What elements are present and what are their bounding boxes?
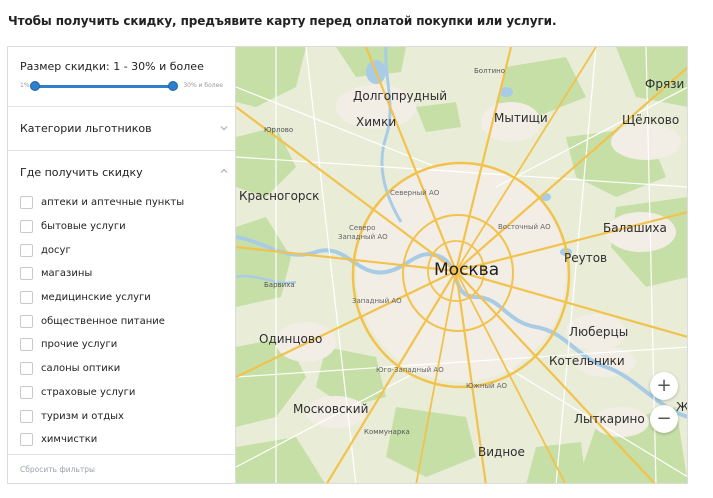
checkbox-label[interactable]: магазины	[41, 268, 92, 279]
checkbox[interactable]	[20, 196, 33, 210]
map-label: Люберцы	[569, 325, 629, 339]
checkbox[interactable]	[20, 409, 33, 423]
categories-section[interactable]: Категории льготников	[8, 107, 235, 151]
zoom-in-button[interactable]: +	[650, 372, 678, 400]
checkbox-label[interactable]: бытовые услуги	[41, 221, 126, 232]
map-label: Московский	[293, 402, 369, 416]
map-label: Химки	[356, 115, 397, 129]
checkbox-item[interactable]: общественное питание	[20, 309, 184, 333]
slider-max-label: 30% и более	[183, 82, 223, 89]
where-section: Где получить скидку аптеки и аптечные пу…	[8, 151, 235, 455]
checkbox[interactable]	[20, 385, 33, 399]
checkbox-item[interactable]: магазины	[20, 262, 184, 286]
checkbox-label[interactable]: прочие услуги	[41, 339, 117, 350]
checkbox-item[interactable]: медицинские услуги	[20, 286, 184, 310]
checkbox[interactable]	[20, 220, 33, 234]
map-label: Западный АО	[352, 297, 402, 305]
map-label: Ж	[676, 400, 688, 414]
map-label: Северный АО	[390, 189, 440, 197]
map-label: Балашиха	[603, 221, 667, 235]
checkbox-item[interactable]: химчистки	[20, 428, 184, 452]
where-heading[interactable]: Где получить скидку	[20, 166, 143, 179]
checkbox-item[interactable]: прочие услуги	[20, 333, 184, 357]
map-label: Лыткарино	[574, 412, 645, 426]
map-label: Красногорск	[239, 189, 320, 203]
checkbox-label[interactable]: аптеки и аптечные пункты	[41, 197, 184, 208]
map-label: Реутов	[564, 251, 608, 265]
discount-slider[interactable]: 1% 30% и более	[20, 78, 223, 98]
checkbox-item[interactable]: страховые услуги	[20, 381, 184, 405]
checkbox-item[interactable]: аптеки и аптечные пункты	[20, 191, 184, 215]
map-label: Восточный АО	[498, 223, 551, 231]
checkbox[interactable]	[20, 338, 33, 352]
slider-max-handle[interactable]	[168, 81, 178, 91]
map-label: Одинцово	[259, 332, 323, 346]
checkbox-label[interactable]: общественное питание	[41, 316, 165, 327]
checkbox[interactable]	[20, 433, 33, 447]
chevron-down-icon[interactable]	[219, 123, 229, 133]
map-label: Мытищи	[494, 111, 548, 125]
reset-filters-link[interactable]: Сбросить фильтры	[20, 465, 95, 474]
checkbox-label[interactable]: салоны оптики	[41, 363, 120, 374]
map-label: Юго-Западный АО	[376, 366, 444, 374]
checkbox-label[interactable]: медицинские услуги	[41, 292, 151, 303]
map-label: Котельники	[549, 354, 625, 368]
slider-track[interactable]	[34, 85, 173, 88]
checkbox-item[interactable]: досуг	[20, 238, 184, 262]
checkbox-item[interactable]: бытовые услуги	[20, 215, 184, 239]
page-headline: Чтобы получить скидку, предъявите карту …	[8, 14, 557, 28]
checkbox[interactable]	[20, 291, 33, 305]
slider-min-label: 1%	[20, 82, 30, 89]
checkbox[interactable]	[20, 314, 33, 328]
where-options-list: аптеки и аптечные пункты бытовые услуги …	[20, 191, 184, 452]
chevron-up-icon[interactable]	[219, 166, 229, 176]
checkbox[interactable]	[20, 243, 33, 257]
discount-size-title: Размер скидки: 1 - 30% и более	[20, 60, 204, 73]
discount-size-section: Размер скидки: 1 - 30% и более 1% 30% и …	[8, 47, 235, 107]
map-label: Долгопрудный	[353, 89, 448, 103]
map-label: Западный АО	[338, 233, 388, 241]
map-label: Видное	[478, 445, 525, 459]
checkbox-label[interactable]: досуг	[41, 245, 71, 256]
checkbox-label[interactable]: туризм и отдых	[41, 411, 124, 422]
checkbox[interactable]	[20, 362, 33, 376]
map-label: Щёлково	[622, 113, 680, 127]
checkbox-label[interactable]: химчистки	[41, 434, 97, 445]
filter-panel: Размер скидки: 1 - 30% и более 1% 30% и …	[7, 46, 236, 484]
map[interactable]: Долгопрудный Химки Мытищи Фрязи Щёлково …	[236, 46, 688, 484]
map-city-label: Москва	[434, 260, 500, 280]
checkbox-item[interactable]: туризм и отдых	[20, 404, 184, 428]
map-label: Фрязи	[645, 77, 685, 91]
checkbox-item[interactable]: салоны оптики	[20, 357, 184, 381]
map-label: Болтино	[474, 67, 506, 75]
categories-heading[interactable]: Категории льготников	[20, 122, 152, 135]
checkbox-label[interactable]: страховые услуги	[41, 387, 135, 398]
map-label: Юрлово	[264, 126, 294, 134]
map-label: Барвиха	[264, 281, 295, 289]
zoom-out-button[interactable]: −	[650, 405, 678, 433]
map-label: Коммунарка	[364, 428, 410, 436]
map-label: Южный АО	[466, 382, 508, 390]
checkbox[interactable]	[20, 267, 33, 281]
slider-min-handle[interactable]	[30, 81, 40, 91]
map-label: Северо	[349, 224, 376, 232]
